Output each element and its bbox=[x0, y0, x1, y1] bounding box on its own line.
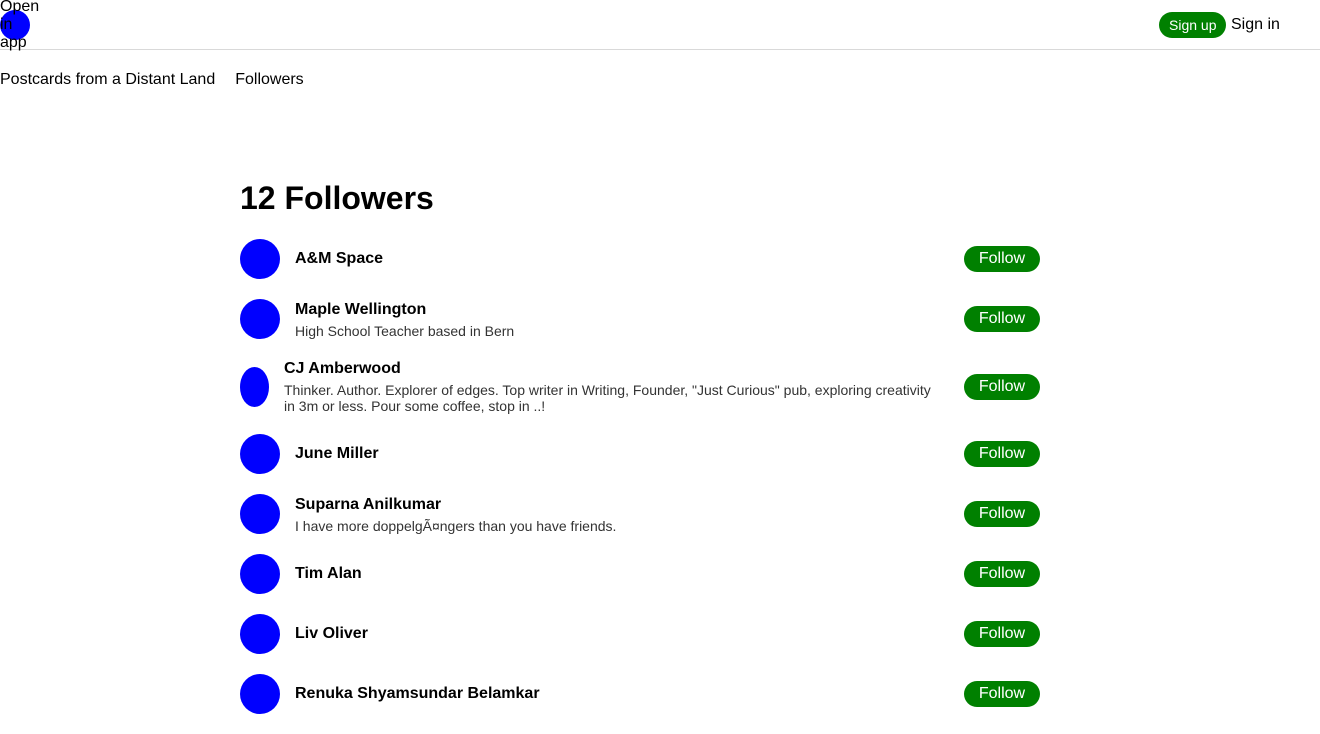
page-title: 12 Followers bbox=[240, 180, 434, 216]
follow-button[interactable]: Follow bbox=[964, 441, 1040, 467]
follow-button[interactable]: Follow bbox=[964, 306, 1040, 332]
follower-row: Liv Oliver Follow bbox=[240, 604, 1040, 664]
follower-row: June Miller Follow bbox=[240, 424, 1040, 484]
followers-link[interactable]: Followers bbox=[235, 69, 303, 91]
open-in-app-link[interactable]: Open in app bbox=[0, 0, 40, 52]
avatar[interactable] bbox=[240, 366, 269, 407]
top-bar: Open in app Sign up Sign in bbox=[0, 0, 1320, 52]
follow-button[interactable]: Follow bbox=[964, 373, 1040, 400]
follower-row: Suparna Anilkumar I have more doppelgÃ¤n… bbox=[240, 484, 1040, 544]
follower-name[interactable]: June Miller bbox=[295, 444, 940, 464]
follower-name[interactable]: Tim Alan bbox=[295, 564, 940, 584]
follower-info: Tim Alan bbox=[280, 564, 964, 584]
follower-name[interactable]: CJ Amberwood bbox=[284, 359, 940, 379]
publication-nav: Postcards from a Distant Land Followers bbox=[0, 69, 304, 91]
sign-in-link[interactable]: Sign in bbox=[1231, 15, 1280, 35]
follow-button[interactable]: Follow bbox=[964, 561, 1040, 587]
follower-bio: High School Teacher based in Bern bbox=[295, 322, 515, 339]
follow-button[interactable]: Follow bbox=[964, 681, 1040, 707]
follower-info: Suparna Anilkumar I have more doppelgÃ¤n… bbox=[280, 495, 964, 534]
avatar[interactable] bbox=[240, 239, 280, 279]
follower-row: CJ Amberwood Thinker. Author. Explorer o… bbox=[240, 349, 1040, 424]
follower-info: Renuka Shyamsundar Belamkar bbox=[280, 684, 964, 704]
avatar[interactable] bbox=[240, 614, 280, 654]
follower-row: Maple Wellington High School Teacher bas… bbox=[240, 289, 1040, 349]
follower-name[interactable]: A&M Space bbox=[295, 249, 940, 269]
avatar[interactable] bbox=[240, 554, 280, 594]
publication-link[interactable]: Postcards from a Distant Land bbox=[0, 69, 215, 91]
follow-button[interactable]: Follow bbox=[964, 501, 1040, 527]
avatar[interactable] bbox=[240, 299, 280, 339]
follower-name[interactable]: Liv Oliver bbox=[295, 624, 940, 644]
follower-row: Tim Alan Follow bbox=[240, 544, 1040, 604]
avatar[interactable] bbox=[240, 434, 280, 474]
follower-row: A&M Space Follow bbox=[240, 229, 1040, 289]
follow-button[interactable]: Follow bbox=[964, 621, 1040, 647]
sign-up-button[interactable]: Sign up bbox=[1159, 12, 1227, 38]
avatar[interactable] bbox=[240, 674, 280, 714]
followers-list: A&M Space Follow Maple Wellington High S… bbox=[240, 229, 1040, 724]
follower-name[interactable]: Suparna Anilkumar bbox=[295, 495, 940, 515]
follower-info: A&M Space bbox=[280, 249, 964, 269]
follower-info: June Miller bbox=[280, 444, 964, 464]
follower-bio: I have more doppelgÃ¤ngers than you have… bbox=[295, 517, 617, 534]
follower-row: Renuka Shyamsundar Belamkar Follow bbox=[240, 664, 1040, 724]
follower-info: Liv Oliver bbox=[280, 624, 964, 644]
follower-name[interactable]: Renuka Shyamsundar Belamkar bbox=[295, 684, 940, 704]
follower-bio: Thinker. Author. Explorer of edges. Top … bbox=[284, 382, 931, 414]
follow-button[interactable]: Follow bbox=[964, 246, 1040, 272]
follower-name[interactable]: Maple Wellington bbox=[295, 300, 940, 320]
avatar[interactable] bbox=[240, 494, 280, 534]
follower-info: Maple Wellington High School Teacher bas… bbox=[280, 300, 964, 339]
follower-info: CJ Amberwood Thinker. Author. Explorer o… bbox=[269, 359, 964, 414]
